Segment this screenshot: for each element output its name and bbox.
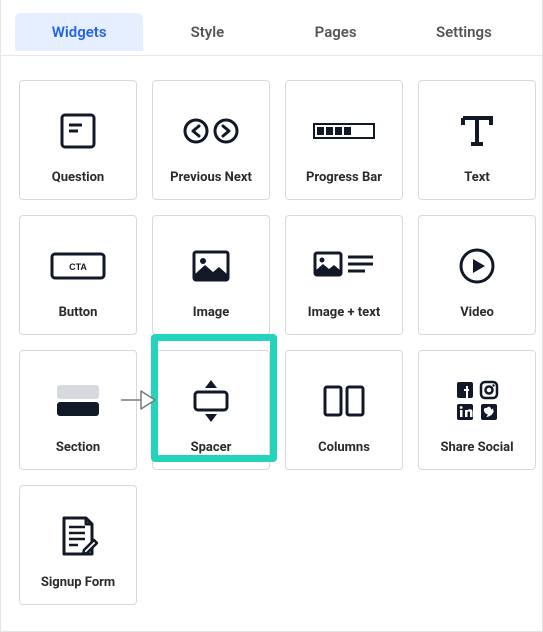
text-icon: [425, 91, 529, 170]
tab-widgets[interactable]: Widgets: [15, 13, 143, 51]
widget-section[interactable]: Section: [19, 350, 137, 470]
tab-style[interactable]: Style: [143, 13, 271, 51]
tab-pages[interactable]: Pages: [272, 13, 400, 51]
share-social-icon: [425, 361, 529, 440]
video-icon: [425, 226, 529, 305]
widget-label: Video: [460, 305, 494, 320]
widget-image-text[interactable]: Image + text: [285, 215, 403, 335]
spacer-icon: [159, 361, 263, 440]
image-icon: [159, 226, 263, 305]
widget-label: Signup Form: [41, 575, 115, 590]
widget-label: Section: [56, 440, 100, 455]
widget-label: Question: [52, 170, 104, 185]
widget-label: Image: [193, 305, 229, 320]
previous-next-icon: [159, 91, 263, 170]
widget-video[interactable]: Video: [418, 215, 536, 335]
widget-button[interactable]: CTA Button: [19, 215, 137, 335]
widget-label: Image + text: [308, 305, 380, 320]
svg-text:CTA: CTA: [69, 262, 87, 272]
widget-text[interactable]: Text: [418, 80, 536, 200]
widgets-panel: Widgets Style Pages Settings Question: [0, 0, 543, 632]
columns-icon: [292, 361, 396, 440]
button-icon: CTA: [26, 226, 130, 305]
widget-label: Text: [464, 170, 490, 185]
widget-spacer[interactable]: Spacer: [152, 350, 270, 470]
question-icon: [26, 91, 130, 170]
widget-image[interactable]: Image: [152, 215, 270, 335]
widget-label: Button: [59, 305, 98, 320]
signup-form-icon: [26, 496, 130, 575]
image-text-icon: [292, 226, 396, 305]
widget-signup-form[interactable]: Signup Form: [19, 485, 137, 605]
section-icon: [26, 361, 130, 440]
widget-grid: Question Previous Next: [1, 56, 542, 629]
widget-columns[interactable]: Columns: [285, 350, 403, 470]
widget-label: Share Social: [440, 440, 513, 455]
progress-bar-icon: [292, 91, 396, 170]
widget-progress-bar[interactable]: Progress Bar: [285, 80, 403, 200]
tab-bar: Widgets Style Pages Settings: [1, 0, 542, 56]
widget-label: Spacer: [191, 440, 232, 455]
widget-previous-next[interactable]: Previous Next: [152, 80, 270, 200]
widget-label: Progress Bar: [306, 170, 382, 185]
widget-label: Previous Next: [170, 170, 252, 185]
widget-question[interactable]: Question: [19, 80, 137, 200]
widget-label: Columns: [318, 440, 370, 455]
tab-settings[interactable]: Settings: [400, 13, 528, 51]
widget-share-social[interactable]: Share Social: [418, 350, 536, 470]
